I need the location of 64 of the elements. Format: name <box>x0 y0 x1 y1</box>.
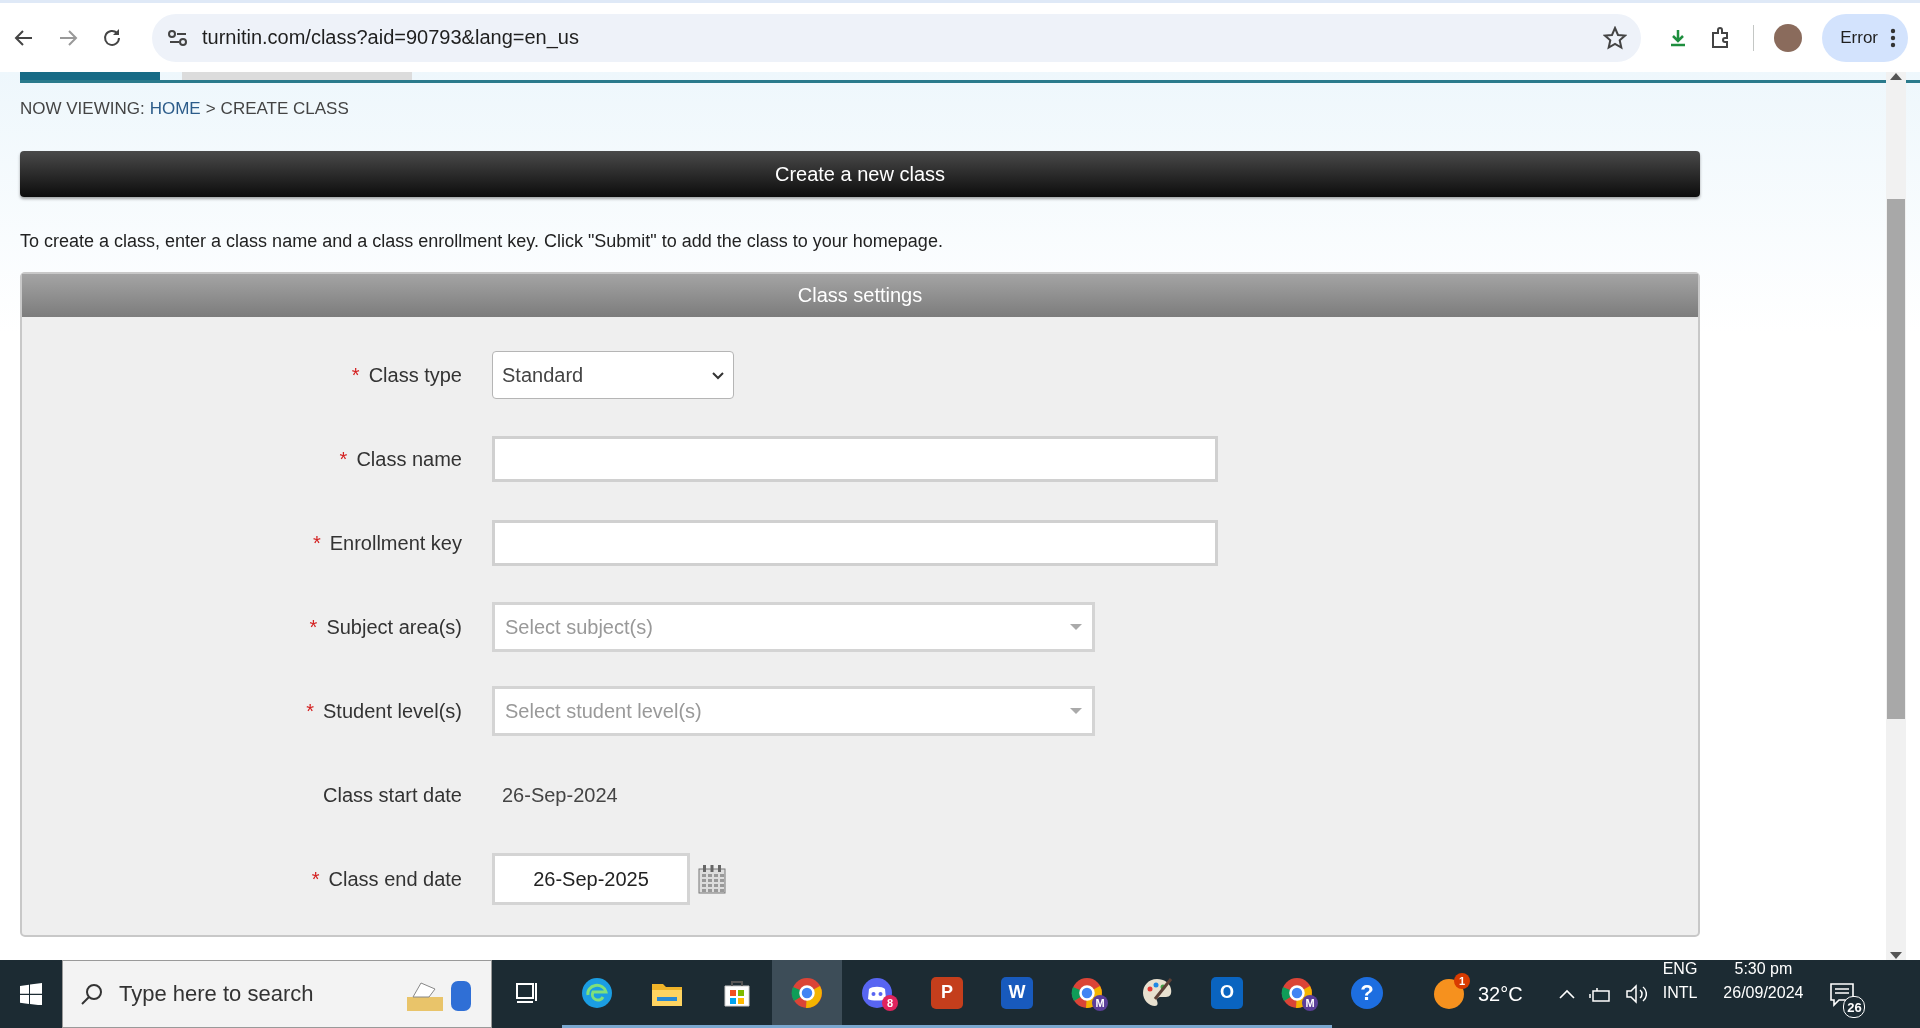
calendar-icon[interactable] <box>698 864 726 894</box>
search-icon <box>81 983 103 1005</box>
app-badge: M <box>1092 995 1108 1011</box>
help-app-icon[interactable]: ? <box>1351 976 1383 1009</box>
bookmark-star-icon[interactable] <box>1603 25 1628 50</box>
field-label: Class end date <box>328 867 462 891</box>
dropdown-triangle-icon <box>1070 624 1082 630</box>
breadcrumb-label: NOW VIEWING: <box>20 99 145 119</box>
required-asterisk: * <box>351 363 360 387</box>
required-asterisk: * <box>306 699 315 723</box>
clock-time[interactable]: 5:30 pm <box>1734 960 1793 978</box>
date-input-field[interactable]: 26-Sep-2025 <box>492 853 690 905</box>
office-app-icon[interactable]: O <box>1211 976 1243 1009</box>
weather-sun-icon[interactable] <box>1434 979 1464 1009</box>
task-view-icon[interactable] <box>515 980 539 1005</box>
more-menu-icon <box>1890 27 1896 48</box>
start-date-text: 26-Sep-2024 <box>501 783 618 807</box>
field-label: Class start date <box>323 783 462 807</box>
chevron-down-icon <box>712 370 724 380</box>
page-header-bar: Create a new class <box>20 151 1700 197</box>
scroll-down-arrow-icon[interactable] <box>1889 951 1903 960</box>
profile-avatar[interactable] <box>1774 23 1803 52</box>
notification-count-badge: 26 <box>1843 996 1866 1018</box>
breadcrumb-separator: > <box>205 99 216 119</box>
round-browser-icon[interactable] <box>791 976 823 1009</box>
home-link[interactable]: HOME <box>149 99 201 119</box>
game-controller-icon[interactable] <box>861 976 893 1009</box>
scroll-up-arrow-icon[interactable] <box>1889 72 1903 81</box>
office-app-icon[interactable]: P <box>931 976 963 1009</box>
field-label: Enrollment key <box>329 531 462 555</box>
office-app-icon[interactable]: W <box>1001 976 1033 1009</box>
windows-start-icon[interactable] <box>20 983 42 1005</box>
round-browser-icon[interactable] <box>1071 976 1103 1009</box>
weather-alert-badge: 1 <box>1454 973 1470 989</box>
required-asterisk: * <box>311 867 320 891</box>
text-input-field[interactable] <box>492 520 1218 566</box>
app-badge: 8 <box>882 995 898 1011</box>
intro-text: To create a class, enter a class name and a class enrollment key. Click "Submit" to add the class to your homepage. <box>20 231 944 252</box>
field-label: Class name <box>356 447 462 471</box>
temperature-text[interactable]: 32°C <box>1478 982 1523 1006</box>
dropdown-triangle-icon <box>1070 708 1082 714</box>
panel-header-bar: Class settings <box>22 274 1698 317</box>
field-label: Student level(s) <box>323 699 462 723</box>
scrollbar-thumb[interactable] <box>1887 199 1905 719</box>
required-asterisk: * <box>309 615 318 639</box>
paint-palette-icon[interactable] <box>1141 976 1173 1009</box>
swirl-browser-icon[interactable] <box>581 976 613 1009</box>
breadcrumb-current: CREATE CLASS <box>220 99 349 119</box>
address-bar[interactable]: turnitin.com/class?aid=90793&lang=en_us <box>152 13 1642 62</box>
field-label: Class type <box>368 363 462 387</box>
speaker-icon[interactable] <box>1624 983 1647 1005</box>
class-type-dropdown[interactable]: Standard <box>492 351 734 399</box>
app-badge: M <box>1302 995 1318 1011</box>
clock-date[interactable]: 26/09/2024 <box>1723 984 1804 1002</box>
url-text: turnitin.com/class?aid=90793&lang=en_us <box>202 26 580 49</box>
taskbar-search-box[interactable]: Type here to search <box>62 960 492 1028</box>
field-label: Subject area(s) <box>326 615 462 639</box>
round-browser-icon[interactable] <box>1281 976 1313 1009</box>
profile-error-button[interactable]: Error <box>1822 13 1908 62</box>
chevron-up-icon[interactable] <box>1558 988 1575 1000</box>
required-asterisk: * <box>312 531 321 555</box>
text-input-field[interactable] <box>492 436 1218 482</box>
required-asterisk: * <box>339 447 348 471</box>
input-language-indicator[interactable]: ENG INTL <box>1662 960 1698 1028</box>
